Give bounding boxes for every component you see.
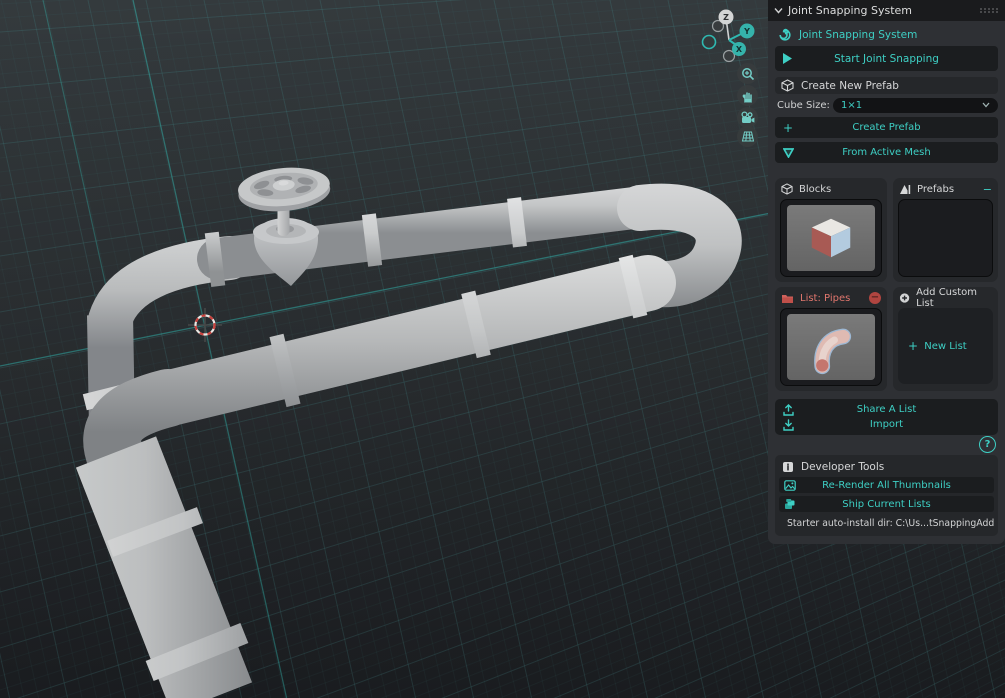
upload-icon bbox=[783, 404, 794, 416]
cube-icon bbox=[781, 79, 794, 92]
question-icon: ? bbox=[985, 439, 991, 450]
pan-hand-icon bbox=[741, 89, 755, 103]
cube-size-row: Cube Size: 1×1 bbox=[775, 97, 998, 113]
ortho-grid-icon bbox=[741, 130, 755, 143]
pipe-coupling bbox=[278, 369, 292, 372]
ship-current-lists-button[interactable]: Ship Current Lists bbox=[779, 496, 994, 512]
create-prefab-button[interactable]: + Create Prefab bbox=[775, 117, 998, 138]
help-row: ? bbox=[775, 435, 998, 454]
addon-logo-icon bbox=[778, 28, 792, 42]
import-button[interactable]: Import bbox=[781, 417, 992, 432]
create-new-prefab-header[interactable]: Create New Prefab bbox=[775, 77, 998, 94]
rerender-thumbnails-label: Re-Render All Thumbnails bbox=[822, 480, 951, 491]
create-section-title: Create New Prefab bbox=[801, 80, 899, 92]
cube-size-dropdown[interactable]: 1×1 bbox=[833, 98, 998, 113]
addon-title: Joint Snapping System bbox=[799, 29, 917, 41]
blocks-thumbnail[interactable] bbox=[780, 199, 882, 277]
developer-tools-header[interactable]: Developer Tools bbox=[779, 459, 994, 474]
remove-list-button[interactable]: − bbox=[869, 292, 881, 304]
panel-title: Joint Snapping System bbox=[788, 4, 912, 17]
pipes-list-header[interactable]: List: Pipes − bbox=[780, 291, 882, 305]
from-active-mesh-button[interactable]: From Active Mesh bbox=[775, 142, 998, 163]
panel-grip[interactable] bbox=[980, 8, 999, 13]
pipe-coupling bbox=[152, 524, 158, 540]
pipe-elbow-render bbox=[787, 314, 875, 381]
pipe-coupling bbox=[469, 323, 483, 326]
pan-button[interactable] bbox=[737, 85, 758, 106]
add-custom-list-title: Add Custom List bbox=[916, 287, 992, 309]
plus-icon: + bbox=[908, 339, 918, 353]
create-prefab-label: Create Prefab bbox=[852, 122, 920, 133]
pipes-list-card: List: Pipes − bbox=[775, 287, 887, 391]
prefabs-icon bbox=[899, 183, 911, 195]
info-icon bbox=[782, 461, 794, 473]
package-stack-icon bbox=[784, 498, 796, 510]
prefabs-header[interactable]: Prefabs − bbox=[898, 182, 993, 196]
pipe-coupling bbox=[365, 239, 379, 241]
from-active-mesh-label: From Active Mesh bbox=[842, 147, 930, 158]
pipe-coupling bbox=[626, 285, 640, 288]
blocks-header[interactable]: Blocks bbox=[780, 182, 882, 196]
prefabs-card: Prefabs − bbox=[893, 178, 998, 282]
add-custom-list-header: Add Custom List bbox=[898, 291, 993, 305]
help-button[interactable]: ? bbox=[979, 436, 996, 453]
panel-header[interactable]: Joint Snapping System bbox=[768, 0, 1005, 21]
chevron-down-icon bbox=[774, 7, 783, 14]
developer-tools-title: Developer Tools bbox=[801, 461, 884, 473]
pipes-list-title: List: Pipes bbox=[800, 293, 850, 304]
start-joint-snapping-button[interactable]: Start Joint Snapping bbox=[775, 46, 998, 71]
share-a-list-button[interactable]: Share A List bbox=[781, 402, 992, 417]
image-icon bbox=[784, 480, 796, 491]
cube-icon bbox=[781, 183, 793, 195]
ortho-toggle-button[interactable] bbox=[737, 126, 758, 147]
import-label: Import bbox=[870, 419, 903, 430]
developer-tools-section: Developer Tools Re-Render All Thumbnails bbox=[775, 455, 998, 536]
cube-render bbox=[787, 205, 875, 272]
gizmo-y-label: Y bbox=[743, 27, 750, 36]
blender-window: Z Y X bbox=[0, 0, 1005, 698]
play-icon bbox=[783, 53, 792, 64]
plus-icon: + bbox=[783, 121, 793, 135]
gizmo-x-label: X bbox=[736, 45, 743, 54]
prefabs-thumbnail-area[interactable] bbox=[898, 199, 993, 277]
new-list-button[interactable]: + New List bbox=[898, 308, 993, 384]
plus-circle-icon bbox=[899, 292, 910, 304]
pipe-coupling bbox=[208, 259, 222, 261]
addon-title-row: Joint Snapping System bbox=[775, 26, 998, 44]
new-list-label: New List bbox=[924, 341, 966, 352]
gizmo-neg-axis bbox=[703, 36, 716, 49]
cube-size-value: 1×1 bbox=[841, 100, 862, 111]
n-panel: Joint Snapping System Joint Snapping Sys… bbox=[768, 0, 1005, 544]
zoom-button[interactable] bbox=[737, 63, 758, 84]
prefabs-title: Prefabs bbox=[917, 184, 954, 195]
install-dir-text: Starter auto-install dir: C:\Us...tSnapp… bbox=[787, 518, 994, 529]
gizmo-z-label: Z bbox=[723, 13, 729, 22]
chevron-down-icon bbox=[982, 102, 990, 108]
add-custom-list-card: Add Custom List + New List bbox=[893, 287, 998, 391]
camera-icon bbox=[740, 111, 755, 125]
zoom-icon bbox=[741, 67, 755, 81]
folder-icon bbox=[781, 293, 794, 304]
navigation-gizmo[interactable]: Z Y X bbox=[695, 5, 765, 67]
pipe-coupling bbox=[510, 222, 524, 224]
panel-body: Joint Snapping System Start Joint Snappi… bbox=[768, 21, 1005, 544]
rerender-thumbnails-button[interactable]: Re-Render All Thumbnails bbox=[779, 477, 994, 493]
share-a-list-label: Share A List bbox=[857, 404, 917, 415]
ship-current-lists-label: Ship Current Lists bbox=[842, 499, 930, 510]
pipes-thumbnail[interactable] bbox=[780, 308, 882, 386]
collapse-prefabs-button[interactable]: − bbox=[983, 184, 992, 195]
blocks-title: Blocks bbox=[799, 184, 831, 195]
share-section: Share A List Import bbox=[775, 399, 998, 435]
cube-size-label: Cube Size: bbox=[775, 100, 833, 111]
mesh-triangle-icon bbox=[783, 148, 794, 158]
camera-view-button[interactable] bbox=[737, 107, 758, 128]
download-icon bbox=[783, 419, 794, 431]
blocks-card: Blocks bbox=[775, 178, 887, 282]
pipe-coupling bbox=[193, 642, 201, 662]
start-button-label: Start Joint Snapping bbox=[834, 53, 939, 65]
install-dir-row: Starter auto-install dir: C:\Us...tSnapp… bbox=[779, 516, 994, 531]
